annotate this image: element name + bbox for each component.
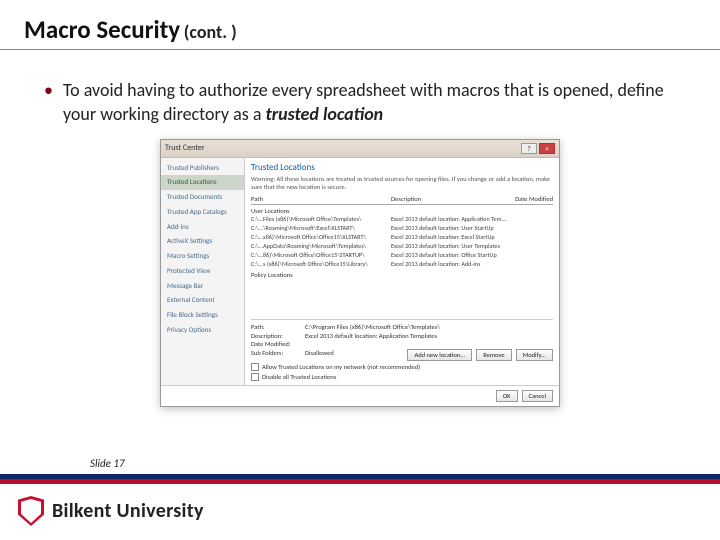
- dialog-title: Trust Center: [165, 143, 205, 153]
- sidebar-item-trusted-app-catalogs[interactable]: Trusted App Catalogs: [161, 205, 244, 220]
- table-row[interactable]: C:\...Files (x86)\Microsoft Office\Templ…: [251, 215, 553, 224]
- sidebar-item-protected-view[interactable]: Protected View: [161, 264, 244, 279]
- slide-title-suffix: (cont. ): [184, 21, 237, 43]
- table-row[interactable]: C:\...AppData\Roaming\Microsoft\Template…: [251, 242, 553, 251]
- modify-button[interactable]: Modify...: [516, 349, 553, 361]
- detail-date-label: Date Modified:: [251, 340, 305, 348]
- disable-all-label: Disable all Trusted Locations: [262, 373, 336, 381]
- detail-sub-value: Disallowed: [305, 349, 407, 361]
- main-panel: Trusted Locations Warning: All these loc…: [245, 158, 559, 385]
- window-buttons: ? ×: [521, 143, 555, 154]
- sidebar: Trusted Publishers Trusted Locations Tru…: [161, 158, 245, 385]
- dialog-body: Trusted Publishers Trusted Locations Tru…: [161, 158, 559, 385]
- sidebar-item-trusted-publishers[interactable]: Trusted Publishers: [161, 161, 244, 176]
- sidebar-item-privacy[interactable]: Privacy Options: [161, 323, 244, 338]
- bullet-area: • To avoid having to authorize every spr…: [0, 50, 720, 135]
- sidebar-item-trusted-documents[interactable]: Trusted Documents: [161, 190, 244, 205]
- slide-title: Macro Security: [24, 14, 180, 45]
- slide-number: Slide 17: [90, 457, 125, 470]
- table-row[interactable]: C:\...86)\Microsoft Office\Office15\STAR…: [251, 251, 553, 260]
- panel-heading: Trusted Locations: [251, 162, 553, 173]
- sidebar-item-message-bar[interactable]: Message Bar: [161, 279, 244, 294]
- sidebar-item-file-block[interactable]: File Block Settings: [161, 308, 244, 323]
- trust-center-dialog: Trust Center ? × Trusted Publishers Trus…: [160, 139, 560, 407]
- allow-network-label: Allow Trusted Locations on my network (n…: [262, 363, 420, 371]
- ok-button[interactable]: OK: [496, 390, 518, 402]
- table-row[interactable]: C:\...x86)\Microsoft Office\Office15\XLS…: [251, 233, 553, 242]
- bullet-dot-icon: •: [44, 78, 53, 127]
- sidebar-item-trusted-locations[interactable]: Trusted Locations: [161, 175, 244, 190]
- bullet-text: To avoid having to authorize every sprea…: [63, 78, 686, 127]
- sidebar-item-macro-settings[interactable]: Macro Settings: [161, 249, 244, 264]
- location-rows: C:\...Files (x86)\Microsoft Office\Templ…: [251, 215, 553, 269]
- detail-desc-value: Excel 2013 default location: Application…: [305, 332, 437, 340]
- column-headers: Path Description Date Modified: [251, 194, 553, 205]
- remove-button[interactable]: Remove: [476, 349, 511, 361]
- detail-path-value: C:\Program Files (x86)\Microsoft Office\…: [305, 323, 440, 331]
- col-date: Date Modified: [501, 195, 553, 203]
- bullet-text-emph: trusted location: [266, 103, 384, 125]
- sidebar-item-external-content[interactable]: External Content: [161, 293, 244, 308]
- sidebar-item-addins[interactable]: Add-ins: [161, 220, 244, 235]
- col-description: Description: [391, 195, 501, 203]
- dialog-container: Trust Center ? × Trusted Publishers Trus…: [0, 139, 720, 407]
- help-button[interactable]: ?: [521, 143, 537, 154]
- slide-title-area: Macro Security (cont. ): [0, 0, 720, 50]
- footer-strip-red: [0, 479, 720, 484]
- add-location-button[interactable]: Add new location...: [407, 349, 472, 361]
- detail-sub-label: Sub Folders:: [251, 349, 305, 361]
- detail-desc-label: Description:: [251, 332, 305, 340]
- dialog-footer: OK Cancel: [161, 385, 559, 406]
- group-policy-locations: Policy Locations: [251, 271, 553, 279]
- table-row[interactable]: C:\...\Roaming\Microsoft\Excel\XLSTART\E…: [251, 224, 553, 233]
- detail-path-label: Path:: [251, 323, 305, 331]
- col-path: Path: [251, 195, 391, 203]
- bullet-item: • To avoid having to authorize every spr…: [44, 78, 686, 127]
- disable-all-checkbox[interactable]: [251, 373, 259, 381]
- university-crest-icon: [18, 496, 44, 526]
- group-user-locations: User Locations: [251, 207, 553, 215]
- sidebar-item-activex[interactable]: ActiveX Settings: [161, 234, 244, 249]
- close-button[interactable]: ×: [539, 143, 555, 154]
- dialog-titlebar: Trust Center ? ×: [161, 140, 559, 158]
- logo-area: Bilkent University: [18, 496, 204, 526]
- warning-text: Warning: All these locations are treated…: [251, 175, 553, 191]
- table-row[interactable]: C:\...s (x86)\Microsoft Office\Office15\…: [251, 260, 553, 269]
- cancel-button[interactable]: Cancel: [522, 390, 553, 402]
- details-pane: Path:C:\Program Files (x86)\Microsoft Of…: [251, 319, 553, 381]
- university-name: Bilkent University: [52, 499, 204, 523]
- allow-network-checkbox[interactable]: [251, 363, 259, 371]
